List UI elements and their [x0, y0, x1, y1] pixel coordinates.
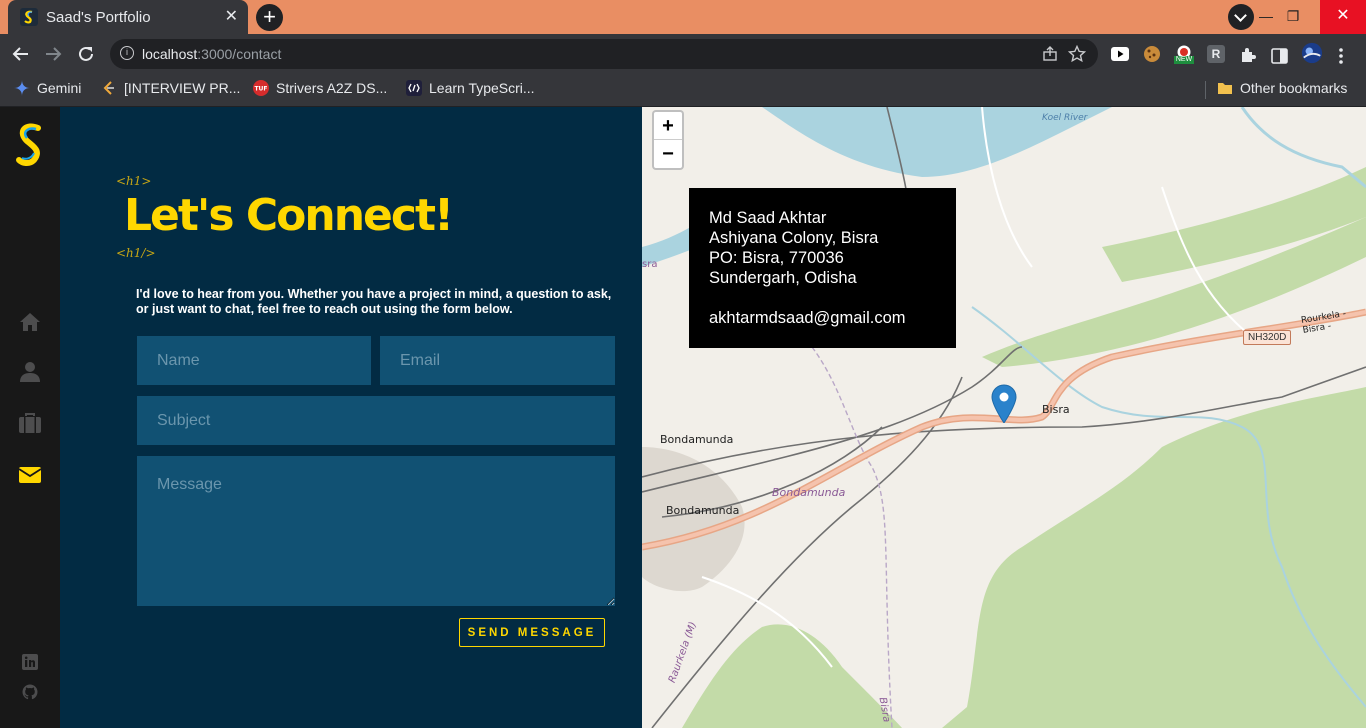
map-label-bondamunda-area: Bondamunda — [772, 486, 846, 499]
h1-open-tag: <h1> — [116, 174, 152, 188]
send-message-button[interactable]: SEND MESSAGE — [459, 618, 605, 647]
about-user-icon[interactable] — [18, 360, 42, 384]
contact-envelope-icon[interactable] — [18, 463, 42, 487]
bookmark-interview[interactable]: [INTERVIEW PR... — [101, 80, 240, 96]
extensions-puzzle-icon[interactable] — [1239, 44, 1257, 66]
location-map[interactable]: + − Koel River sra NH320D Rourkela - Bis… — [642, 107, 1366, 728]
bookmark-gemini[interactable]: Gemini — [14, 80, 81, 96]
close-window-button[interactable]: ✕ — [1320, 0, 1366, 34]
sidebar-nav — [0, 107, 60, 728]
info-name: Md Saad Akhtar — [709, 209, 827, 227]
tab-search-button[interactable] — [1228, 4, 1254, 30]
folder-icon — [1218, 83, 1232, 94]
bookmarks-bar: Gemini [INTERVIEW PR... TUF Strivers A2Z… — [0, 74, 1366, 107]
site-logo-icon[interactable] — [16, 123, 44, 167]
location-pin-icon[interactable] — [990, 383, 1018, 423]
map-label-nh320d: NH320D — [1243, 330, 1292, 345]
name-field[interactable] — [137, 336, 371, 385]
map-label-sra: sra — [642, 259, 658, 270]
svg-text:TUF: TUF — [254, 86, 267, 93]
window-controls: — ❐ ✕ — [1254, 0, 1366, 34]
profile-avatar-icon[interactable] — [1300, 42, 1324, 64]
home-icon[interactable] — [18, 310, 42, 334]
stream-north — [1240, 107, 1366, 189]
tuf-icon: TUF — [253, 80, 269, 96]
bookmark-label: [INTERVIEW PR... — [124, 80, 241, 96]
contact-section: <h1> Let's Connect! <h1/> I'd love to he… — [60, 107, 642, 728]
url-host: localhost — [142, 46, 198, 62]
linkedin-icon[interactable] — [22, 654, 38, 670]
address-info-box: Md Saad Akhtar Ashiyana Colony, Bisra PO… — [689, 188, 956, 348]
info-email: akhtarmdsaad@gmail.com — [709, 309, 906, 327]
map-zoom-control: + − — [652, 110, 684, 170]
page-title: Let's Connect! — [124, 190, 454, 241]
info-address-line2: PO: Bisra, 770036 — [709, 249, 844, 267]
bookmark-star-icon[interactable] — [1068, 45, 1086, 63]
site-info-icon[interactable]: i — [120, 46, 134, 60]
map-label-bondamunda-town: Bondamunda — [666, 504, 740, 517]
browser-tab[interactable]: Saad's Portfolio ✕ — [8, 0, 248, 34]
new-extension-icon[interactable]: NEW — [1172, 43, 1196, 65]
map-label-bondamunda: Bondamunda — [660, 433, 734, 446]
bookmark-label: Learn TypeScri... — [429, 80, 535, 96]
github-icon[interactable] — [22, 684, 38, 700]
browser-toolbar: i localhost:3000/contact NEW R — [0, 34, 1366, 74]
zoom-out-button[interactable]: − — [654, 140, 682, 168]
new-badge: NEW — [1173, 55, 1195, 64]
minimize-button[interactable]: — — [1254, 0, 1278, 34]
youtube-extension-icon[interactable] — [1110, 43, 1130, 65]
restore-button[interactable]: ❐ — [1280, 0, 1306, 34]
urban-area — [642, 447, 745, 592]
gemini-icon — [14, 80, 30, 96]
url-text: localhost:3000/contact — [142, 46, 281, 62]
portfolio-favicon-icon — [20, 8, 38, 26]
forward-arrow-icon[interactable] — [44, 45, 62, 63]
bookmark-typescript[interactable]: Learn TypeScri... — [406, 80, 535, 96]
bookmark-label: Gemini — [37, 80, 82, 96]
address-bar[interactable]: i localhost:3000/contact — [110, 39, 1098, 69]
back-arrow-icon[interactable] — [12, 45, 30, 63]
subject-field[interactable] — [137, 396, 615, 445]
forest-area-southwest — [682, 624, 902, 728]
bookmark-label: Strivers A2Z DS... — [276, 80, 388, 96]
typescript-icon — [406, 80, 422, 96]
other-bookmarks-label: Other bookmarks — [1240, 80, 1348, 96]
portfolio-briefcase-icon[interactable] — [18, 411, 42, 435]
share-icon[interactable] — [1042, 46, 1058, 62]
cookie-extension-icon[interactable] — [1142, 43, 1162, 65]
new-tab-button[interactable]: + — [256, 4, 283, 31]
message-field[interactable] — [137, 456, 615, 606]
info-address-line3: Sundergarh, Odisha — [709, 269, 857, 287]
browser-menu-icon[interactable] — [1338, 45, 1344, 67]
reload-icon[interactable] — [77, 45, 95, 63]
email-field[interactable] — [380, 336, 615, 385]
browser-tab-strip: Saad's Portfolio ✕ + — ❐ ✕ — [0, 0, 1366, 34]
side-panel-icon[interactable] — [1271, 45, 1288, 67]
map-label-bisra: Bisra — [1042, 403, 1070, 416]
info-address-line1: Ashiyana Colony, Bisra — [709, 229, 879, 247]
contact-intro-text: I'd love to hear from you. Whether you h… — [136, 287, 612, 316]
bookmark-strivers[interactable]: TUF Strivers A2Z DS... — [253, 80, 387, 96]
h1-close-tag: <h1/> — [116, 246, 156, 260]
r-extension-icon[interactable]: R — [1207, 45, 1225, 63]
other-bookmarks[interactable]: Other bookmarks — [1217, 80, 1347, 96]
map-label-koel-river: Koel River — [1042, 113, 1088, 123]
forest-area-south — [942, 387, 1366, 728]
zoom-in-button[interactable]: + — [654, 112, 682, 140]
leetcode-icon — [103, 81, 114, 95]
portfolio-page: <h1> Let's Connect! <h1/> I'd love to he… — [0, 107, 1366, 728]
url-path: :3000/contact — [197, 46, 282, 62]
bookmarks-divider — [1205, 81, 1206, 99]
tab-title: Saad's Portfolio — [46, 8, 151, 26]
tab-close-icon[interactable]: ✕ — [225, 8, 238, 26]
